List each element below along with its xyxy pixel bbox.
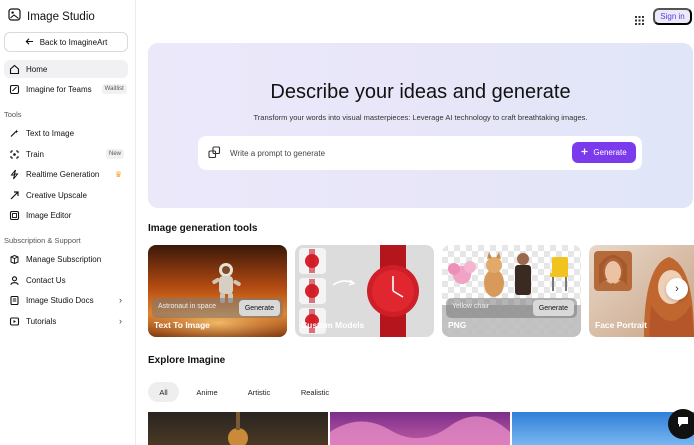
sign-in-button[interactable]: Sign in: [653, 8, 692, 25]
generate-label: Generate: [593, 148, 627, 157]
carousel-next-button[interactable]: ›: [666, 278, 688, 300]
sidebar-item-contact-us[interactable]: Contact Us: [4, 271, 128, 289]
sidebar: Image Studio Back to ImagineArt Home Ima…: [0, 0, 136, 445]
new-badge: New: [105, 149, 124, 159]
app-title: Image Studio: [27, 11, 95, 23]
tool-card-custom-models[interactable]: Custom Models: [295, 245, 434, 337]
hero-banner: Describe your ideas and generate Transfo…: [148, 43, 693, 208]
sidebar-item-label: Creative Upscale: [26, 190, 87, 200]
sidebar-item-teams[interactable]: Imagine for Teams Waitlist: [4, 80, 128, 98]
tab-anime[interactable]: Anime: [190, 382, 224, 402]
image-studio-logo-icon: [8, 8, 21, 26]
sidebar-item-image-editor[interactable]: Image Editor: [4, 206, 128, 224]
plus-icon: [581, 148, 588, 157]
sidebar-item-label: Home: [26, 64, 48, 74]
card-label: Face Portrait: [595, 320, 647, 330]
sidebar-item-home[interactable]: Home: [4, 60, 128, 78]
sidebar-item-label: Manage Subscription: [26, 254, 102, 264]
docs-icon: [8, 294, 20, 306]
realtime-icon: [8, 168, 20, 180]
support-section-title: Subscription & Support: [4, 236, 81, 245]
editor-icon: [8, 209, 20, 221]
waitlist-badge: Waitlist: [101, 84, 127, 94]
explore-thumbnail[interactable]: [512, 412, 694, 445]
explore-heading: Explore Imagine: [148, 355, 226, 366]
tab-all[interactable]: All: [148, 382, 179, 402]
prompt-shapes-icon[interactable]: [208, 146, 221, 164]
card-generate-button[interactable]: Generate: [238, 300, 280, 316]
chevron-right-icon: ›: [119, 295, 122, 305]
card-label: PNG: [448, 320, 467, 330]
back-to-imagineart-button[interactable]: Back to ImagineArt: [4, 32, 128, 52]
card-prompt-text: Astronaut in space: [158, 303, 216, 310]
tab-artistic[interactable]: Artistic: [241, 382, 277, 402]
explore-thumbnail[interactable]: [330, 412, 510, 445]
sidebar-item-train[interactable]: Train New: [4, 145, 128, 163]
tools-section-heading: Image generation tools: [148, 223, 258, 234]
card-prompt-overlay: Astronaut in space Generate: [152, 298, 283, 318]
tab-realistic[interactable]: Realistic: [295, 382, 335, 402]
chat-bubble-icon: [676, 415, 690, 434]
sidebar-item-label: Train: [26, 149, 44, 159]
sidebar-item-creative-upscale[interactable]: Creative Upscale: [4, 186, 128, 204]
sidebar-item-realtime-generation[interactable]: Realtime Generation ♛: [4, 165, 128, 183]
apps-grid-icon[interactable]: [635, 12, 644, 30]
sidebar-item-manage-subscription[interactable]: Manage Subscription: [4, 250, 128, 268]
prompt-box: Generate: [198, 136, 642, 170]
card-label: Text To Image: [154, 320, 210, 330]
sidebar-item-label: Realtime Generation: [26, 169, 100, 179]
train-icon: [8, 148, 20, 160]
home-icon: [8, 63, 20, 75]
upscale-icon: [8, 189, 20, 201]
tool-card-png[interactable]: Yellow chair Generate PNG: [442, 245, 581, 337]
back-label: Back to ImagineArt: [39, 37, 108, 47]
subscription-icon: [8, 253, 20, 265]
card-prompt-overlay: Yellow chair Generate: [446, 298, 577, 318]
brand[interactable]: Image Studio: [8, 8, 95, 26]
tutorials-icon: [8, 315, 20, 327]
card-label: Custom Models: [301, 320, 365, 330]
prompt-input[interactable]: [230, 146, 560, 160]
sidebar-item-label: Image Studio Docs: [26, 295, 94, 305]
hero-title: Describe your ideas and generate: [270, 81, 571, 103]
card-generate-button[interactable]: Generate: [532, 300, 574, 316]
arrow-left-icon: [25, 37, 34, 48]
sidebar-item-image-studio-docs[interactable]: Image Studio Docs ›: [4, 291, 128, 309]
sidebar-item-label: Tutorials: [26, 316, 57, 326]
explore-thumbnail[interactable]: [148, 412, 328, 445]
chevron-right-icon: ›: [119, 316, 122, 326]
generate-button[interactable]: Generate: [572, 142, 636, 163]
sidebar-item-label: Imagine for Teams: [26, 84, 92, 94]
text-image-icon: [8, 127, 20, 139]
card-prompt-text: Yellow chair: [452, 303, 490, 310]
sidebar-item-label: Text to Image: [26, 128, 75, 138]
hero-subtitle: Transform your words into visual masterp…: [253, 113, 588, 122]
contact-icon: [8, 274, 20, 286]
sidebar-item-label: Image Editor: [26, 210, 72, 220]
chat-button[interactable]: [668, 409, 694, 439]
sidebar-item-text-to-image[interactable]: Text to Image: [4, 124, 128, 142]
sidebar-item-label: Contact Us: [26, 275, 66, 285]
explore-image: [330, 416, 510, 445]
crown-icon: ♛: [114, 169, 122, 179]
sidebar-item-tutorials[interactable]: Tutorials ›: [4, 312, 128, 330]
teams-icon: [8, 83, 20, 95]
chevron-right-icon: ›: [675, 283, 679, 295]
tools-section-title: Tools: [4, 110, 22, 119]
tool-card-text-to-image[interactable]: Astronaut in space Generate Text To Imag…: [148, 245, 287, 337]
explore-image: [228, 412, 248, 445]
